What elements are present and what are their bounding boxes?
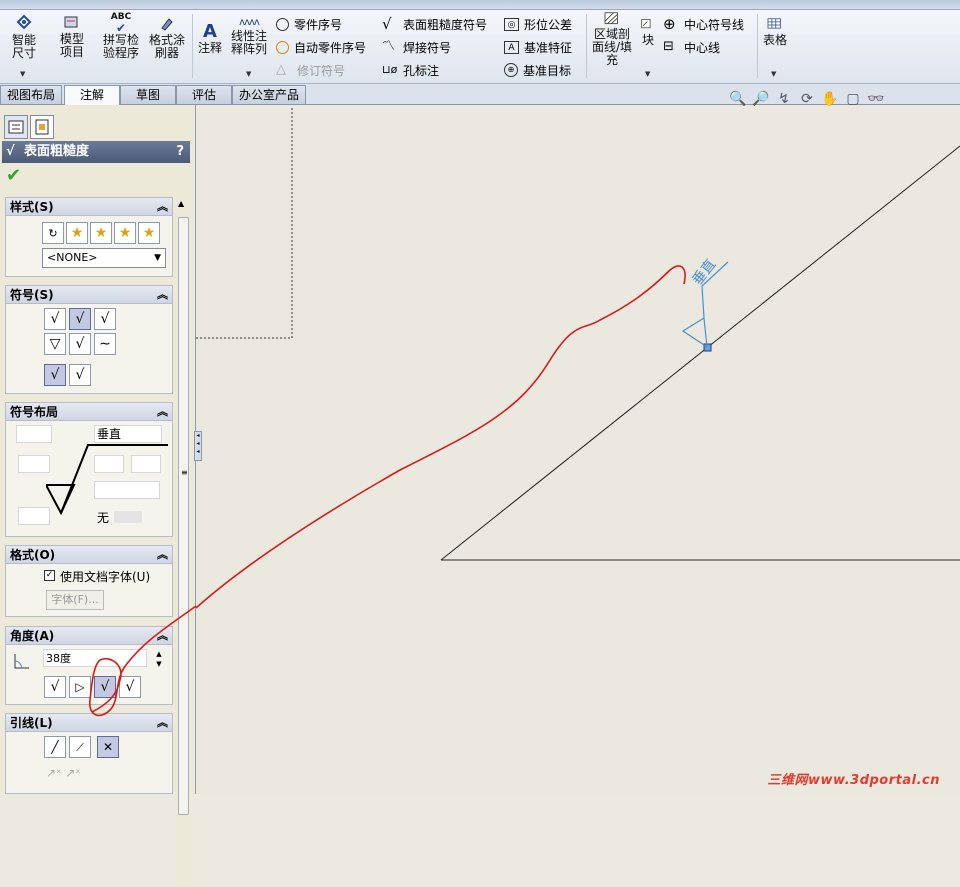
red-markup-line (196, 266, 685, 608)
annotation-text: 垂直 (689, 256, 720, 289)
sheet-border-line (196, 107, 292, 338)
watermark-text: 三维网www.3dportal.cn (768, 769, 940, 788)
triangle-hypotenuse (441, 146, 960, 560)
drawing-overlay: 垂直 (0, 0, 960, 794)
red-markup-circle (90, 606, 196, 715)
